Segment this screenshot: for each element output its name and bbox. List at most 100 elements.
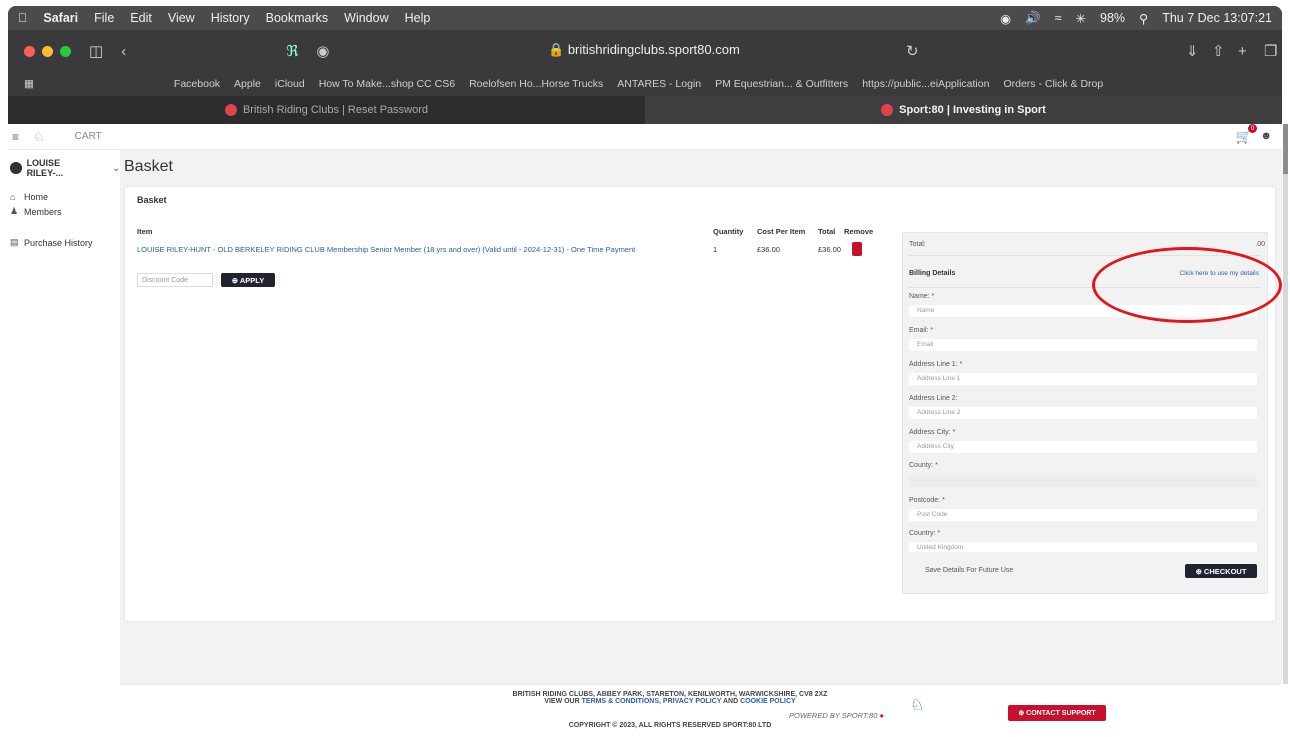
app-header: ≡ ♘ CART 🛒 0 ☻ <box>8 124 1282 150</box>
menu-help[interactable]: Help <box>405 11 431 25</box>
club-crest-icon: ♘ <box>910 697 925 714</box>
column-total: Total <box>818 227 836 236</box>
postcode-field[interactable]: Post Code <box>909 509 1257 521</box>
apply-button[interactable]: ⊕ APPLY <box>221 273 275 287</box>
download-icon[interactable]: ⇓ <box>1186 42 1199 60</box>
extension-icon[interactable]: ℜ <box>286 42 298 60</box>
menubar:  Safari File Edit View History Bookmark… <box>8 6 1282 30</box>
menu-history[interactable]: History <box>211 11 250 25</box>
and-text: AND <box>722 698 739 705</box>
safari-toolbar: ◫ ‹ ℜ ◉ 🔒 britishridingclubs.sport80.com… <box>8 30 1282 72</box>
menu-bookmarks[interactable]: Bookmarks <box>266 11 329 25</box>
menu-edit[interactable]: Edit <box>130 11 152 25</box>
sidebar-item-home[interactable]: ⌂ Home <box>8 188 120 202</box>
menubar-clock[interactable]: Thu 7 Dec 13:07:21 <box>1162 11 1272 25</box>
column-remove: Remove <box>844 227 874 236</box>
fav-orders[interactable]: Orders - Click & Drop <box>1003 78 1103 90</box>
tab-label: British Riding Clubs | Reset Password <box>242 104 429 116</box>
tab-bar: British Riding Clubs | Reset Password Sp… <box>8 96 1282 124</box>
powered-by-text: POWERED BY SPORT:80 <box>789 711 878 720</box>
county-select[interactable] <box>909 475 1257 487</box>
contact-support-button[interactable]: ⊕ CONTACT SUPPORT <box>1008 705 1106 721</box>
shield-icon[interactable]: ◉ <box>316 42 329 60</box>
back-icon[interactable]: ‹ <box>121 43 126 60</box>
cart-count-badge: 0 <box>1248 124 1257 133</box>
item-cost: £36.00 <box>757 245 780 254</box>
menu-app[interactable]: Safari <box>43 11 78 25</box>
scrollbar-thumb[interactable] <box>1283 124 1288 174</box>
battery-level[interactable]: 98% <box>1100 11 1125 25</box>
basket-card: Basket Item Quantity Cost Per Item Total… <box>124 186 1276 622</box>
site-favicon-icon <box>224 104 237 116</box>
record-icon[interactable]: ◉ <box>1000 11 1011 26</box>
account-icon[interactable]: ☻ <box>1260 130 1272 142</box>
total-label: Total: <box>909 241 926 248</box>
main-content: Basket Basket Item Quantity Cost Per Ite… <box>120 150 1282 695</box>
checkout-button[interactable]: ⊕ CHECKOUT <box>1185 564 1257 578</box>
country-label: Country: * <box>909 530 941 537</box>
share-icon[interactable]: ⇧ <box>1212 42 1225 60</box>
user-name: LOUISE RILEY-... <box>26 158 64 178</box>
bluetooth-icon[interactable]: ✳ <box>1076 11 1086 26</box>
menu-view[interactable]: View <box>168 11 195 25</box>
volume-icon[interactable]: 🔊 <box>1025 11 1041 26</box>
menu-file[interactable]: File <box>94 11 114 25</box>
tab-overview-icon[interactable]: ❐ <box>1264 42 1277 60</box>
address-bar[interactable]: 🔒 britishridingclubs.sport80.com <box>548 42 740 58</box>
window-controls <box>24 45 71 57</box>
fav-pm-equestrian[interactable]: PM Equestrian... & Outfitters <box>715 78 848 90</box>
copyright: COPYRIGHT © 2023, ALL RIGHTS RESERVED SP… <box>568 722 772 729</box>
new-tab-icon[interactable]: + <box>1238 43 1247 60</box>
reload-icon[interactable]: ↻ <box>906 42 919 60</box>
address-line-1-field[interactable]: Address Line 1 <box>909 373 1257 385</box>
total-value: .00 <box>1255 241 1265 248</box>
address-line-2-field[interactable]: Address Line 2 <box>909 407 1257 419</box>
chevron-down-icon: ⌄ <box>112 162 120 173</box>
user-menu[interactable]: LOUISE RILEY-... ⌄ <box>8 150 120 178</box>
close-window-icon[interactable] <box>24 45 35 57</box>
tab-sport80[interactable]: Sport:80 | Investing in Sport <box>645 96 1282 124</box>
fav-apple[interactable]: Apple <box>234 78 261 90</box>
sidebar-item-purchase-history[interactable]: ▤ Purchase History <box>8 233 120 248</box>
fav-how-to-make[interactable]: How To Make...shop CC CS6 <box>319 78 455 90</box>
cart-icon[interactable]: 🛒 0 <box>1236 124 1257 145</box>
site-favicon-icon <box>881 104 894 116</box>
fav-icloud[interactable]: iCloud <box>275 78 305 90</box>
fav-public-application[interactable]: https://public...eiApplication <box>862 78 989 90</box>
card-title: Basket <box>137 195 167 205</box>
menu-icon[interactable]: ≡ <box>12 130 19 144</box>
wifi-icon[interactable]: ≈ <box>1055 11 1062 25</box>
minimize-window-icon[interactable] <box>42 45 53 57</box>
fav-facebook[interactable]: Facebook <box>174 78 220 90</box>
scrollbar-track[interactable] <box>1283 124 1288 684</box>
address-city-field[interactable]: Address City <box>909 441 1257 453</box>
remove-item-button[interactable] <box>852 242 862 256</box>
apple-icon[interactable]:  <box>18 11 27 25</box>
footer-policies: VIEW OUR TERMS & CONDITIONS, PRIVACY POL… <box>450 698 890 705</box>
discount-code-input[interactable]: Discount Code <box>137 273 213 287</box>
basket-item-link[interactable]: LOUISE RILEY-HUNT - OLD BERKELEY RIDING … <box>137 245 697 254</box>
history-icon: ▤ <box>10 237 19 247</box>
country-select[interactable]: United Kingdom <box>909 542 1257 552</box>
terms-privacy-link[interactable]: TERMS & CONDITIONS, PRIVACY POLICY <box>582 698 722 705</box>
email-field[interactable]: Email <box>909 339 1257 351</box>
grid-icon[interactable]: ▦ <box>24 78 34 90</box>
cookie-policy-link[interactable]: COOKIE POLICY <box>740 698 796 705</box>
fav-roelofsen[interactable]: Roelofsen Ho...Horse Trucks <box>469 78 603 90</box>
sidebar-item-members[interactable]: ♟ Members <box>8 202 120 217</box>
fav-antares[interactable]: ANTARES - Login <box>617 78 701 90</box>
zoom-window-icon[interactable] <box>60 45 71 57</box>
club-logo-icon[interactable]: ♘ <box>33 129 45 145</box>
county-label: County: * <box>909 462 938 469</box>
sidebar: LOUISE RILEY-... ⌄ ⌂ Home ♟ Members ▤ Pu… <box>8 150 120 680</box>
sport80-dot-icon: ● <box>879 711 884 720</box>
item-quantity: 1 <box>713 245 718 254</box>
column-quantity: Quantity <box>713 227 744 236</box>
sidebar-item-label: Home <box>24 192 49 202</box>
tab-reset-password[interactable]: British Riding Clubs | Reset Password <box>8 96 645 124</box>
annotation-circle <box>1092 247 1282 323</box>
sidebar-toggle-icon[interactable]: ◫ <box>89 42 103 60</box>
menu-window[interactable]: Window <box>344 11 388 25</box>
search-icon[interactable]: ⚲ <box>1139 11 1148 26</box>
column-cost: Cost Per Item <box>757 227 806 236</box>
